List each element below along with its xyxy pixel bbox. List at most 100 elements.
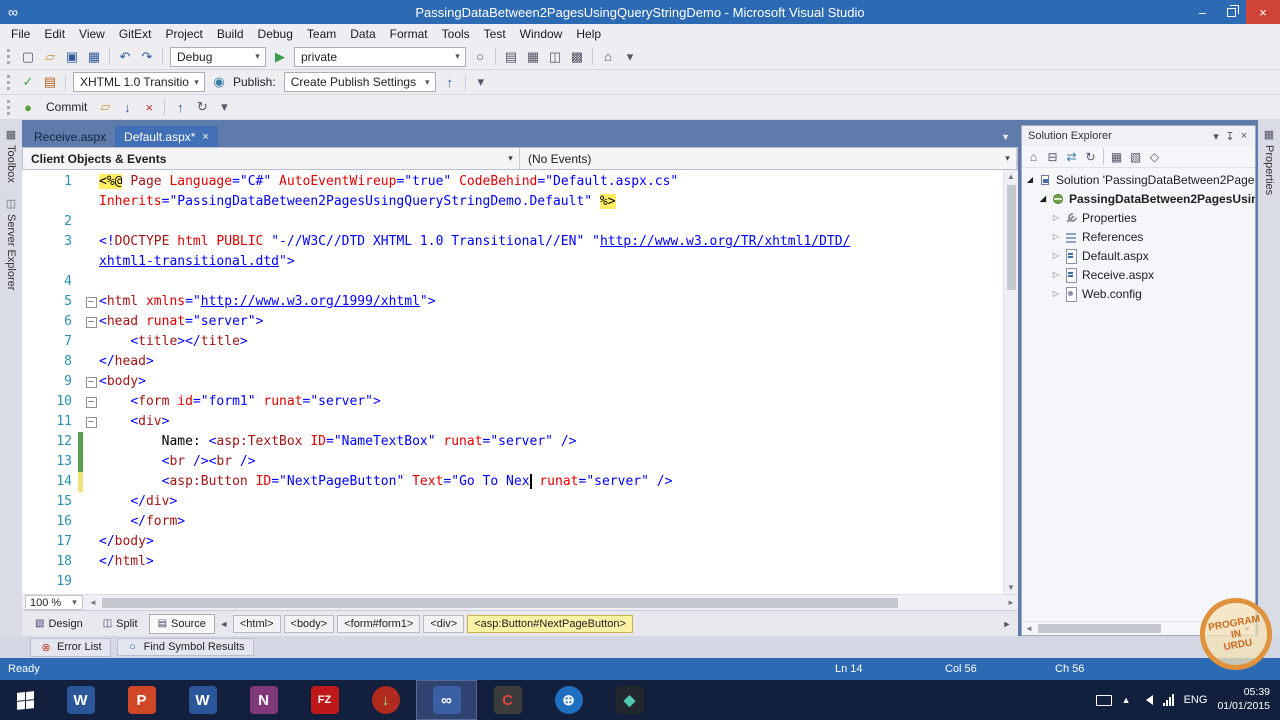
- properties-window-icon[interactable]: ▦: [523, 47, 543, 67]
- tool-window-tab-properties[interactable]: ▦ Properties: [1263, 128, 1275, 195]
- restore-button[interactable]: [1217, 0, 1246, 24]
- menu-gitext[interactable]: GitExt: [112, 25, 159, 43]
- breadcrumb-item[interactable]: <div>: [423, 614, 465, 633]
- save-all-icon[interactable]: ▦: [84, 47, 104, 67]
- events-dropdown[interactable]: (No Events) ▾: [520, 148, 1017, 169]
- document-tab[interactable]: Receive.aspx: [25, 126, 115, 147]
- reset-icon[interactable]: ×: [139, 97, 159, 117]
- git-branch-icon[interactable]: ●: [18, 97, 38, 117]
- network-icon[interactable]: [1162, 694, 1174, 706]
- fold-collapse-icon[interactable]: –: [85, 396, 97, 408]
- close-icon[interactable]: ×: [1237, 130, 1251, 143]
- filezilla-app[interactable]: FZ: [294, 680, 355, 720]
- collapse-all-icon[interactable]: ⊟: [1043, 148, 1062, 166]
- powerpoint-app[interactable]: P: [111, 680, 172, 720]
- code-editor[interactable]: 1 <%@ Page Language="C#" AutoEventWireup=…: [22, 170, 1018, 594]
- view-design-button[interactable]: ▧ Design: [26, 614, 92, 634]
- breadcrumb-item[interactable]: <html>: [232, 614, 281, 633]
- show-hidden-icons-icon[interactable]: ▲: [1122, 695, 1131, 705]
- fold-collapse-icon[interactable]: –: [85, 376, 97, 388]
- tree-item[interactable]: ▷ References: [1022, 227, 1255, 246]
- collapsed-arrow-icon[interactable]: ▷: [1050, 289, 1062, 298]
- touch-keyboard-icon[interactable]: [1095, 694, 1112, 706]
- publish-settings-dropdown[interactable]: Create Publish Settings ▾: [283, 72, 436, 92]
- publish-web-icon[interactable]: ↑: [440, 72, 460, 92]
- view-split-button[interactable]: ◫ Split: [94, 614, 147, 634]
- breadcrumb-item[interactable]: <form#form1>: [337, 614, 421, 633]
- solution-platform-dropdown[interactable]: private ▾: [294, 46, 466, 67]
- push-icon[interactable]: ↑: [170, 97, 190, 117]
- pin-icon[interactable]: ↧: [1223, 130, 1237, 143]
- new-file-icon[interactable]: ▢: [18, 47, 38, 67]
- vertical-scrollbar[interactable]: ▲ ▼: [1003, 170, 1018, 594]
- breadcrumb-left-icon[interactable]: ◄: [217, 619, 231, 629]
- toolbox-icon[interactable]: ▩: [567, 47, 587, 67]
- breadcrumb-right-icon[interactable]: ►: [1000, 619, 1014, 629]
- menu-view[interactable]: View: [72, 25, 112, 43]
- tool-window-tab-toolbox[interactable]: ▩ Toolbox: [5, 128, 17, 183]
- doctype-dropdown[interactable]: XHTML 1.0 Transition ▾: [73, 72, 205, 92]
- scroll-left-icon[interactable]: ◄: [1022, 624, 1036, 633]
- scrollbar-thumb[interactable]: [102, 598, 898, 608]
- close-button[interactable]: ×: [1246, 0, 1280, 24]
- scrollbar-thumb[interactable]: [1038, 624, 1161, 633]
- tree-item[interactable]: ▷ Web.config: [1022, 284, 1255, 303]
- toolbar-grip[interactable]: [7, 49, 12, 64]
- onenote-app[interactable]: N: [233, 680, 294, 720]
- menu-help[interactable]: Help: [569, 25, 608, 43]
- overflow-icon[interactable]: ▾: [471, 72, 491, 92]
- menu-data[interactable]: Data: [343, 25, 382, 43]
- menu-format[interactable]: Format: [383, 25, 435, 43]
- word-doc-app[interactable]: W: [50, 680, 111, 720]
- clock[interactable]: 05:39 01/01/2015: [1217, 686, 1270, 713]
- refresh-icon[interactable]: ↻: [1081, 148, 1100, 166]
- collapsed-arrow-icon[interactable]: ▷: [1050, 232, 1062, 241]
- expanded-arrow-icon[interactable]: ◢: [1024, 175, 1036, 184]
- properties-icon[interactable]: ▦: [1107, 148, 1126, 166]
- find-in-files-icon[interactable]: ○: [470, 47, 490, 67]
- document-list-chevron-icon[interactable]: ▼: [1001, 132, 1010, 142]
- panel-tab-find-symbol-results[interactable]: ○ Find Symbol Results: [116, 638, 254, 656]
- menu-file[interactable]: File: [4, 25, 37, 43]
- start-page-icon[interactable]: ⌂: [598, 47, 618, 67]
- code-view-icon[interactable]: ◇: [1145, 148, 1164, 166]
- open-file-icon[interactable]: ▱: [40, 47, 60, 67]
- menu-debug[interactable]: Debug: [251, 25, 300, 43]
- style-icon[interactable]: ▤: [40, 72, 60, 92]
- sync-icon[interactable]: ⇄: [1062, 148, 1081, 166]
- c-compiler-app[interactable]: C: [477, 680, 538, 720]
- menu-team[interactable]: Team: [300, 25, 343, 43]
- horizontal-scrollbar[interactable]: [100, 595, 1004, 610]
- collapsed-arrow-icon[interactable]: ▷: [1050, 251, 1062, 260]
- volume-icon[interactable]: [1141, 695, 1153, 705]
- fold-collapse-icon[interactable]: –: [85, 416, 97, 428]
- scroll-left-icon[interactable]: ◄: [86, 598, 100, 607]
- overflow-icon[interactable]: ▾: [620, 47, 640, 67]
- menu-edit[interactable]: Edit: [37, 25, 72, 43]
- ide-app[interactable]: ◆: [599, 680, 660, 720]
- word-app[interactable]: W: [172, 680, 233, 720]
- scroll-up-icon[interactable]: ▲: [1007, 170, 1015, 183]
- menu-test[interactable]: Test: [477, 25, 513, 43]
- tree-item[interactable]: ▷ Properties: [1022, 208, 1255, 227]
- show-all-icon[interactable]: ▧: [1126, 148, 1145, 166]
- overflow-icon[interactable]: ▾: [214, 97, 234, 117]
- view-source-button[interactable]: ▤ Source: [148, 613, 215, 634]
- undo-icon[interactable]: ↶: [115, 47, 135, 67]
- refresh-icon[interactable]: ↻: [192, 97, 212, 117]
- solution-explorer-header[interactable]: Solution Explorer ▾ ↧ ×: [1022, 126, 1255, 146]
- tree-item[interactable]: ◢ Solution 'PassingDataBetween2PagesU: [1022, 170, 1255, 189]
- tree-item[interactable]: ◢ PassingDataBetween2PagesUsing: [1022, 189, 1255, 208]
- tree-item[interactable]: ▷ Default.aspx: [1022, 246, 1255, 265]
- menu-window[interactable]: Window: [513, 25, 570, 43]
- tree-item[interactable]: ▷ Receive.aspx: [1022, 265, 1255, 284]
- object-dropdown[interactable]: Client Objects & Events ▾: [23, 148, 520, 169]
- toolbar-grip[interactable]: [7, 74, 12, 90]
- minimize-button[interactable]: –: [1188, 0, 1217, 24]
- target-icon[interactable]: ◉: [209, 72, 229, 92]
- menu-project[interactable]: Project: [159, 25, 210, 43]
- visual-studio-app[interactable]: ∞: [416, 680, 477, 720]
- save-icon[interactable]: ▣: [62, 47, 82, 67]
- start-debug-icon[interactable]: ▶: [270, 47, 290, 67]
- scroll-right-icon[interactable]: ►: [1004, 598, 1018, 607]
